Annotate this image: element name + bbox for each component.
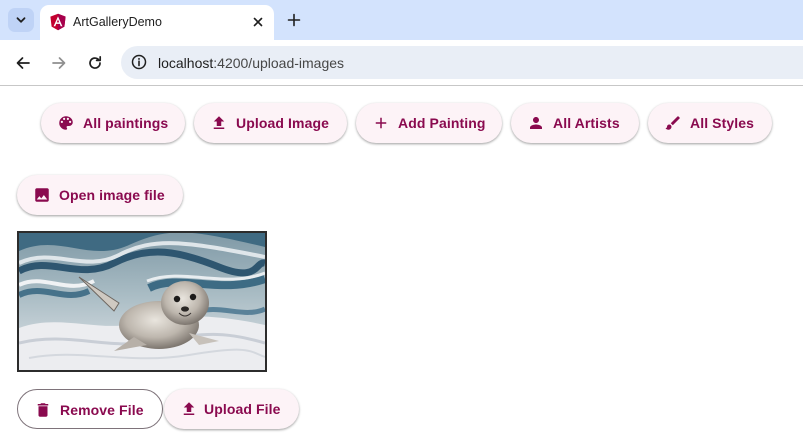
trash-icon xyxy=(37,403,49,417)
open-image-file-label: Open image file xyxy=(59,187,165,203)
forward-button[interactable] xyxy=(46,50,72,76)
person-icon xyxy=(530,117,542,129)
all-styles-label: All Styles xyxy=(690,115,755,131)
url-text: localhost:4200/upload-images xyxy=(158,55,344,71)
brush-icon xyxy=(665,116,680,130)
open-image-file-button[interactable]: Open image file xyxy=(17,175,183,215)
back-button[interactable] xyxy=(10,50,36,76)
add-painting-button[interactable]: Add Painting xyxy=(356,103,502,143)
remove-file-label: Remove File xyxy=(60,402,144,418)
upload-image-button[interactable]: Upload Image xyxy=(194,103,347,143)
tab-search-button[interactable] xyxy=(8,8,34,32)
site-info-icon xyxy=(131,54,147,70)
add-painting-label: Add Painting xyxy=(398,115,486,131)
address-bar[interactable]: localhost:4200/upload-images xyxy=(121,46,803,79)
url-host: localhost xyxy=(158,55,214,71)
page-content: All paintings Upload Image Add Painting … xyxy=(0,87,803,448)
all-paintings-label: All paintings xyxy=(83,115,169,131)
image-icon xyxy=(35,188,49,202)
all-styles-button[interactable]: All Styles xyxy=(648,103,772,143)
browser-toolbar: localhost:4200/upload-images xyxy=(0,40,803,86)
upload-icon xyxy=(213,116,225,129)
image-preview xyxy=(17,231,267,372)
browser-tab-active[interactable]: ArtGalleryDemo xyxy=(40,5,274,40)
forward-arrow-icon xyxy=(52,57,66,69)
close-icon xyxy=(253,17,263,27)
upload-file-label: Upload File xyxy=(204,401,281,417)
back-arrow-icon xyxy=(16,57,30,69)
all-artists-label: All Artists xyxy=(553,115,620,131)
close-tab-button[interactable] xyxy=(249,13,267,31)
reload-button[interactable] xyxy=(82,50,108,76)
upload-icon xyxy=(183,402,195,415)
plus-icon xyxy=(375,117,387,129)
plus-icon xyxy=(287,13,301,27)
seal-painting-image xyxy=(19,233,265,370)
angular-favicon-icon xyxy=(50,13,66,31)
tab-title: ArtGalleryDemo xyxy=(73,15,162,29)
upload-file-button[interactable]: Upload File xyxy=(164,389,299,429)
all-paintings-button[interactable]: All paintings xyxy=(41,103,185,143)
reload-icon xyxy=(89,55,102,69)
browser-tab-bar: ArtGalleryDemo xyxy=(0,0,803,40)
palette-icon xyxy=(59,116,73,130)
site-info-button[interactable] xyxy=(129,52,149,72)
all-artists-button[interactable]: All Artists xyxy=(511,103,639,143)
remove-file-button[interactable]: Remove File xyxy=(17,389,163,429)
new-tab-button[interactable] xyxy=(283,9,305,31)
url-path: :4200/upload-images xyxy=(213,55,345,71)
chevron-down-icon xyxy=(16,17,26,23)
upload-image-label: Upload Image xyxy=(236,115,329,131)
